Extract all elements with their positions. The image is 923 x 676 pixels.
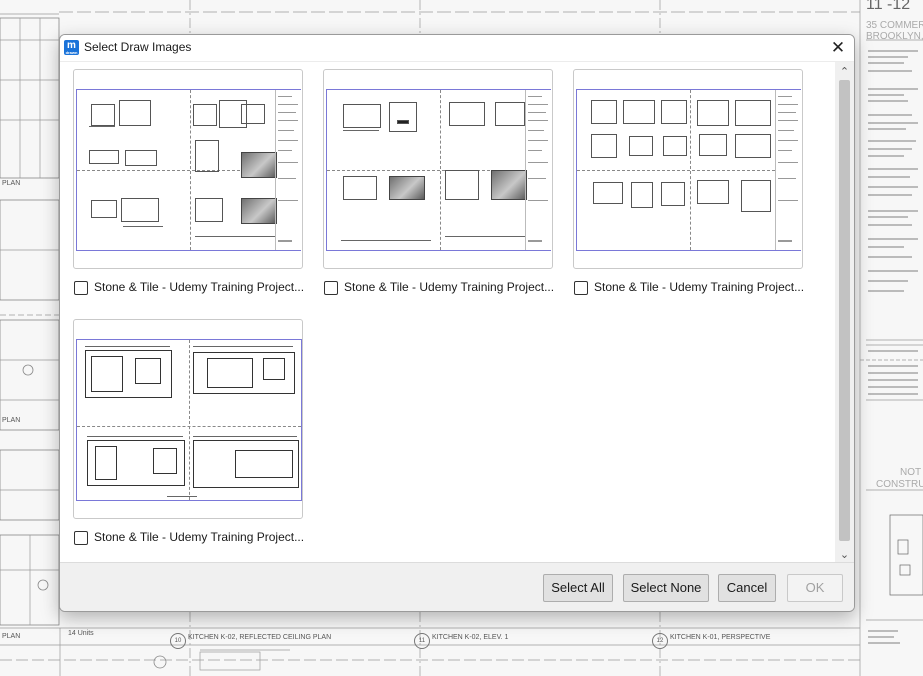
- ok-button[interactable]: OK: [787, 574, 843, 602]
- image-thumbnail[interactable]: [73, 69, 303, 269]
- dialog-title: Select Draw Images: [84, 40, 192, 54]
- bg-plan-label: PLAN: [2, 180, 21, 187]
- vertical-scrollbar[interactable]: ⌃ ⌄: [835, 62, 854, 563]
- bg-address-line: 35 COMMERCI: [866, 20, 923, 31]
- select-all-button[interactable]: Select All: [543, 574, 613, 602]
- image-caption-label: Stone & Tile - Udemy Training Project...: [94, 530, 305, 544]
- drawing-sheet: [76, 339, 302, 501]
- bg-plan-label: PLAN: [2, 633, 21, 640]
- image-checkbox[interactable]: [324, 281, 338, 295]
- drawing-sheet: [326, 89, 551, 251]
- image-grid: Stone & Tile - Udemy Training Project...: [60, 62, 830, 563]
- image-checkbox[interactable]: [74, 531, 88, 545]
- close-icon: ✕: [830, 38, 846, 57]
- scrollbar-thumb[interactable]: [839, 80, 850, 541]
- close-button[interactable]: ✕: [822, 35, 854, 61]
- image-thumbnail[interactable]: [573, 69, 803, 269]
- drawing-sheet: [576, 89, 801, 251]
- image-caption-label: Stone & Tile - Udemy Training Project...: [94, 280, 305, 294]
- image-caption[interactable]: Stone & Tile - Udemy Training Project...: [574, 280, 806, 298]
- app-logo-subtext: drawn: [65, 50, 78, 55]
- image-caption-label: Stone & Tile - Udemy Training Project...: [594, 280, 805, 294]
- bg-plan-label: PLAN: [2, 417, 21, 424]
- image-checkbox[interactable]: [74, 281, 88, 295]
- bg-sheet-number: 11 -12: [866, 0, 911, 13]
- title-bar[interactable]: m drawn Select Draw Images ✕: [60, 35, 854, 61]
- select-none-button[interactable]: Select None: [623, 574, 709, 602]
- bg-detail-number: 10: [170, 633, 186, 649]
- bg-units-label: 14 Units: [68, 630, 94, 637]
- scroll-up-arrow-icon[interactable]: ⌃: [835, 64, 854, 80]
- bg-elev-label: KITCHEN K-02, ELEV. 1: [432, 634, 509, 641]
- image-caption[interactable]: Stone & Tile - Udemy Training Project...: [74, 280, 306, 298]
- drawing-sheet: [76, 89, 301, 251]
- bg-watermark: NOT F: [900, 467, 923, 478]
- image-caption[interactable]: Stone & Tile - Udemy Training Project...: [324, 280, 556, 298]
- image-caption-label: Stone & Tile - Udemy Training Project...: [344, 280, 555, 294]
- bg-detail-number: 12: [652, 633, 668, 649]
- scroll-down-arrow-icon[interactable]: ⌄: [835, 547, 854, 563]
- image-list-area: Stone & Tile - Udemy Training Project...: [60, 61, 854, 563]
- cancel-button[interactable]: Cancel: [718, 574, 776, 602]
- select-draw-images-dialog: m drawn Select Draw Images ✕ Stone & Til…: [59, 34, 855, 612]
- app-logo-icon: m drawn: [64, 40, 79, 55]
- image-checkbox[interactable]: [574, 281, 588, 295]
- bg-ceiling-label: KITCHEN K-02, REFLECTED CEILING PLAN: [188, 634, 332, 641]
- image-thumbnail[interactable]: [73, 319, 303, 519]
- dialog-footer: Select All Select None Cancel OK: [60, 562, 854, 611]
- bg-detail-number: 11: [414, 633, 430, 649]
- image-caption[interactable]: Stone & Tile - Udemy Training Project...: [74, 530, 306, 548]
- image-thumbnail[interactable]: [323, 69, 553, 269]
- bg-address-line: BROOKLYN, NY 1: [866, 31, 923, 42]
- bg-persp-label: KITCHEN K-01, PERSPECTIVE: [670, 634, 771, 641]
- bg-watermark: CONSTRU: [876, 479, 923, 490]
